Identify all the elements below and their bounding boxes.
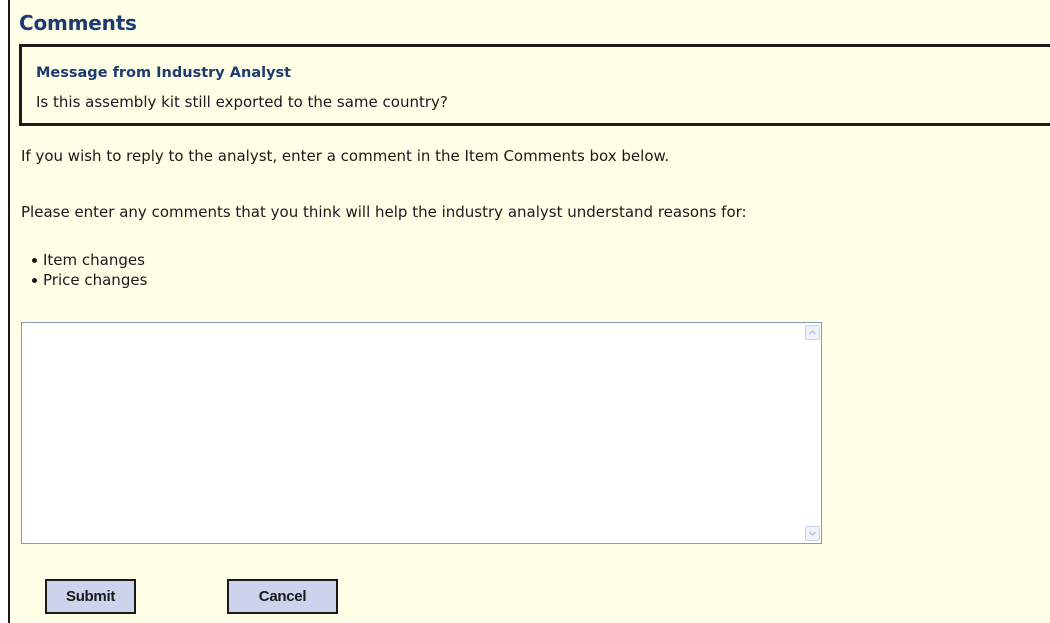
message-title: Message from Industry Analyst — [36, 65, 292, 81]
bullet-icon — [32, 258, 37, 263]
list-item: Item changes — [21, 250, 147, 270]
scroll-down-button[interactable] — [805, 526, 820, 541]
item-comments-container — [21, 322, 822, 544]
bullet-icon — [32, 278, 37, 283]
scroll-up-button[interactable] — [805, 325, 820, 340]
vertical-scrollbar[interactable] — [803, 323, 821, 543]
comments-panel: Comments Message from Industry Analyst I… — [8, 0, 1050, 623]
page-title: Comments — [19, 11, 137, 35]
item-comments-textarea[interactable] — [22, 323, 804, 543]
cancel-button[interactable]: Cancel — [227, 579, 338, 614]
message-text: Is this assembly kit still exported to t… — [36, 93, 448, 111]
submit-button[interactable]: Submit — [45, 579, 136, 614]
list-item: Price changes — [21, 270, 147, 290]
reply-hint: If you wish to reply to the analyst, ent… — [21, 147, 670, 165]
chevron-down-icon — [808, 531, 817, 537]
analyst-message-box: Message from Industry Analyst Is this as… — [19, 44, 1050, 126]
instructions-intro: Please enter any comments that you think… — [21, 203, 747, 221]
reasons-list: Item changes Price changes — [21, 250, 147, 290]
reason-label: Item changes — [43, 251, 145, 269]
chevron-up-icon — [808, 329, 817, 335]
reason-label: Price changes — [43, 271, 148, 289]
